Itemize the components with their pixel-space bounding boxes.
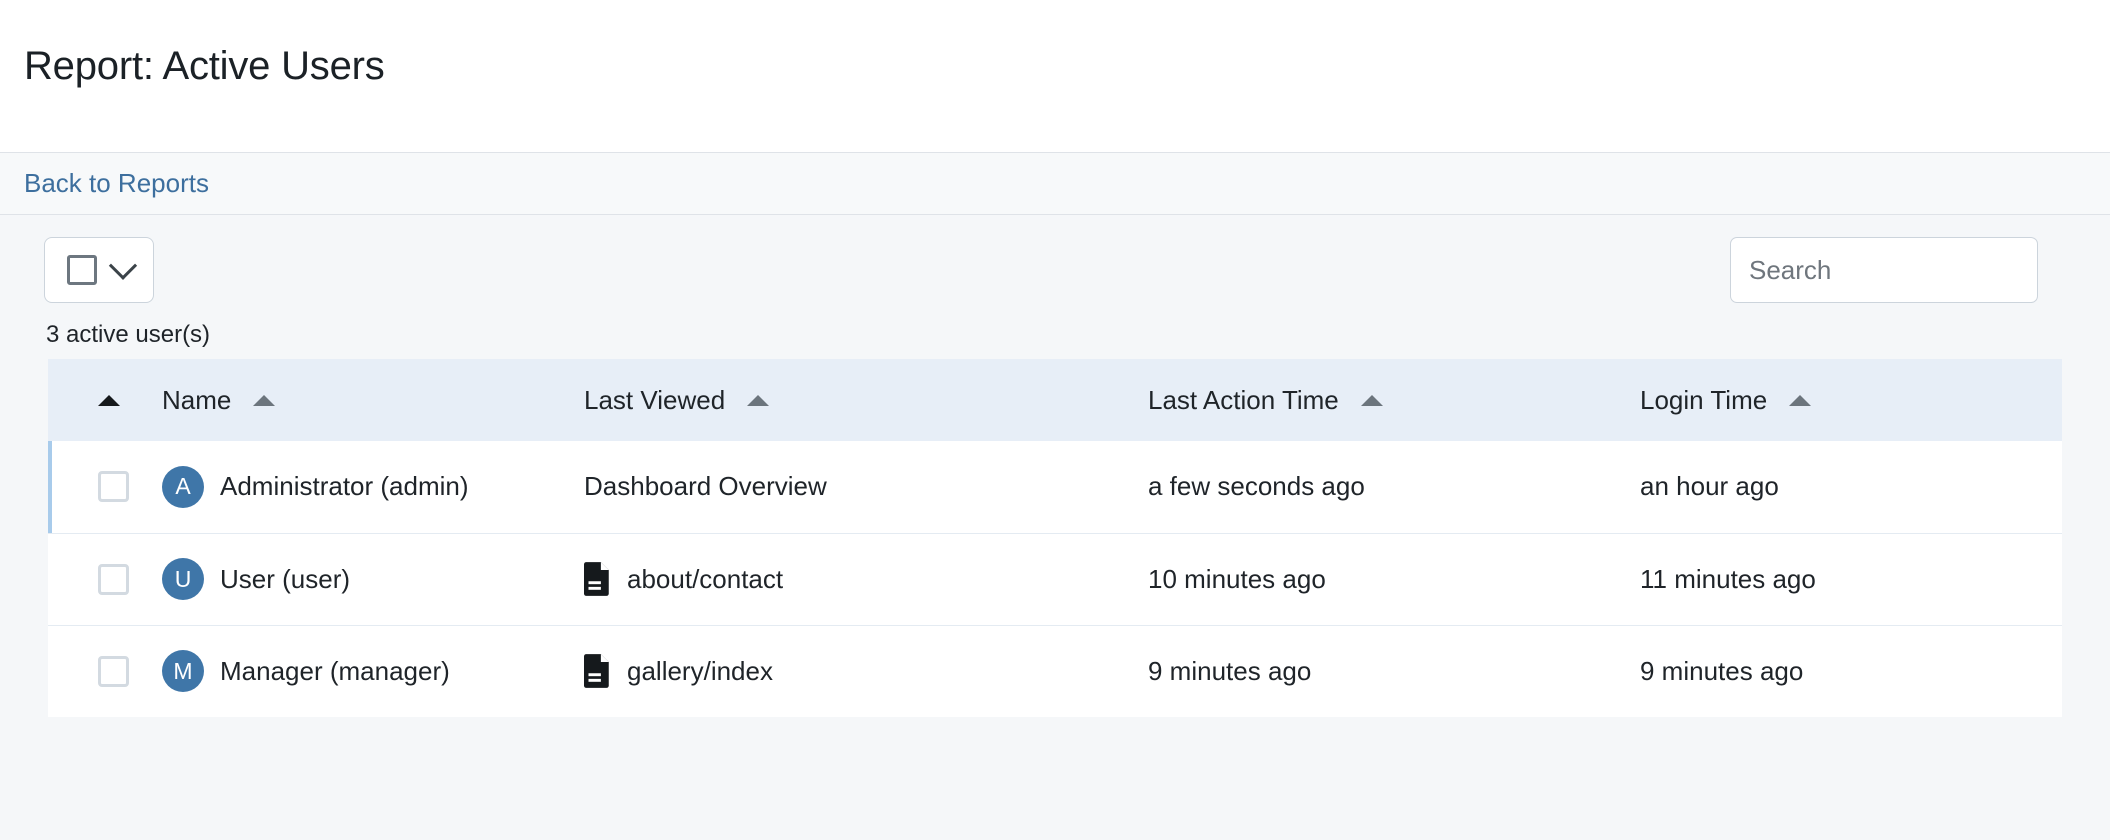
- column-header-name[interactable]: Name: [156, 359, 566, 441]
- sort-ascending-icon: [1789, 394, 1812, 406]
- file-icon: [584, 562, 609, 596]
- row-checkbox[interactable]: [98, 563, 129, 595]
- row-select-cell: [48, 624, 156, 717]
- row-name-cell: M Manager (manager): [156, 624, 566, 717]
- row-last-action-time-label: a few seconds ago: [1148, 471, 1365, 502]
- sort-ascending-icon: [253, 394, 276, 406]
- row-login-time-label: an hour ago: [1640, 471, 1779, 502]
- checkbox-icon: [67, 255, 97, 285]
- row-last-viewed-cell: gallery/index: [566, 624, 1126, 717]
- row-last-viewed-label: gallery/index: [627, 655, 773, 686]
- row-last-viewed-cell: about/contact: [566, 532, 1126, 625]
- row-name-label: Manager (manager): [220, 655, 450, 686]
- row-select-cell: [48, 441, 156, 533]
- search-input[interactable]: [1730, 237, 2038, 303]
- row-name-label: User (user): [220, 563, 351, 594]
- column-label-last-viewed: Last Viewed: [584, 384, 726, 415]
- avatar: U: [162, 558, 204, 600]
- row-login-time-cell: an hour ago: [1616, 441, 2062, 533]
- row-checkbox[interactable]: [98, 471, 129, 503]
- table-row[interactable]: A Administrator (admin) Dashboard Overview…: [48, 441, 2062, 533]
- column-label-login-time: Login Time: [1640, 384, 1768, 415]
- row-last-viewed-cell: Dashboard Overview: [566, 441, 1126, 533]
- row-login-time-cell: 11 minutes ago: [1616, 532, 2062, 625]
- breadcrumb: Back to Reports: [0, 152, 2110, 215]
- row-last-action-time-label: 10 minutes ago: [1148, 563, 1326, 594]
- column-label-last-action-time: Last Action Time: [1148, 384, 1339, 415]
- column-header-login-time[interactable]: Login Time: [1616, 359, 2062, 441]
- row-last-action-time-cell: 9 minutes ago: [1126, 624, 1616, 717]
- row-last-action-time-cell: a few seconds ago: [1126, 441, 1616, 533]
- row-name-cell: U User (user): [156, 532, 566, 625]
- row-login-time-cell: 9 minutes ago: [1616, 624, 2062, 717]
- active-users-table: Name Last Viewed Last Action Time Login …: [48, 359, 2062, 717]
- table-row[interactable]: U User (user) about/contact 10 minutes ago 1…: [48, 532, 2062, 625]
- table-body: A Administrator (admin) Dashboard Overview…: [48, 441, 2062, 717]
- column-header-last-action-time[interactable]: Last Action Time: [1126, 359, 1616, 441]
- table-toolbar: [0, 215, 2110, 325]
- row-name-cell: A Administrator (admin): [156, 441, 566, 533]
- table-header-row: Name Last Viewed Last Action Time Login …: [48, 359, 2062, 441]
- row-select-cell: [48, 532, 156, 625]
- avatar: A: [162, 465, 204, 508]
- bulk-select-dropdown[interactable]: [44, 237, 154, 303]
- chevron-down-icon: [108, 251, 138, 280]
- back-to-reports-link[interactable]: Back to Reports: [24, 168, 209, 199]
- page-title: Report: Active Users: [24, 43, 385, 88]
- sort-ascending-icon: [747, 394, 770, 406]
- row-last-viewed-label: about/contact: [627, 563, 784, 594]
- column-label-name: Name: [162, 384, 232, 415]
- row-last-viewed-label: Dashboard Overview: [584, 471, 827, 502]
- sort-ascending-icon: [1360, 394, 1383, 406]
- avatar: M: [162, 650, 204, 693]
- row-login-time-label: 11 minutes ago: [1640, 563, 1816, 594]
- row-login-time-label: 9 minutes ago: [1640, 655, 1804, 686]
- row-last-action-time-label: 9 minutes ago: [1148, 655, 1312, 686]
- page-footer-spacer: [0, 717, 2110, 769]
- report-page: Report: Active Users Back to Reports 3 a…: [0, 0, 2110, 840]
- active-user-count: 3 active user(s): [46, 321, 211, 348]
- column-header-last-viewed[interactable]: Last Viewed: [566, 359, 1126, 441]
- table-row[interactable]: M Manager (manager) gallery/index 9 minutes…: [48, 624, 2062, 717]
- file-icon: [584, 654, 609, 689]
- row-name-label: Administrator (admin): [220, 471, 469, 502]
- row-last-action-time-cell: 10 minutes ago: [1126, 532, 1616, 625]
- column-header-select[interactable]: [48, 359, 156, 441]
- page-header: Report: Active Users: [0, 0, 2110, 152]
- row-checkbox[interactable]: [98, 655, 129, 687]
- sort-ascending-icon: [98, 394, 120, 406]
